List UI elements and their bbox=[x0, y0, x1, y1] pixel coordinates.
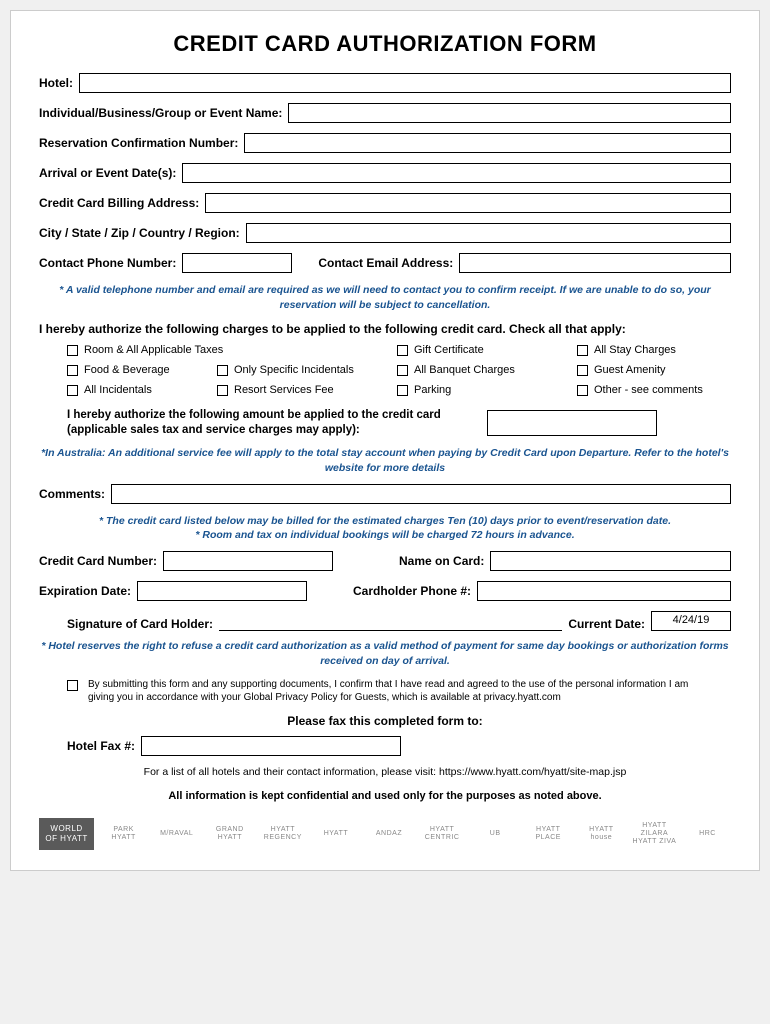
logo-hyatt: HYATT bbox=[312, 830, 359, 838]
checkbox-other[interactable] bbox=[577, 385, 588, 396]
label-comments: Comments: bbox=[39, 487, 105, 501]
label-billing: Credit Card Billing Address: bbox=[39, 196, 199, 210]
checkbox-grid: Room & All Applicable Taxes Gift Certifi… bbox=[67, 344, 731, 396]
authorize-amount-label: I hereby authorize the following amount … bbox=[67, 408, 467, 438]
label-cc-name: Name on Card: bbox=[399, 554, 484, 568]
label-hotel: Hotel: bbox=[39, 76, 73, 90]
note-australia: *In Australia: An additional service fee… bbox=[39, 446, 731, 475]
note-contact-required: * A valid telephone number and email are… bbox=[39, 283, 731, 312]
input-cc-number[interactable] bbox=[163, 551, 333, 571]
row-contact: Contact Phone Number: Contact Email Addr… bbox=[39, 253, 731, 273]
input-fax[interactable] bbox=[141, 736, 401, 756]
check-guest-amenity: Guest Amenity bbox=[577, 364, 727, 376]
input-phone[interactable] bbox=[182, 253, 292, 273]
row-fax: Hotel Fax #: bbox=[67, 736, 731, 756]
checkbox-food-bev[interactable] bbox=[67, 365, 78, 376]
input-cc-exp[interactable] bbox=[137, 581, 307, 601]
label-arrival: Arrival or Event Date(s): bbox=[39, 166, 176, 180]
row-cc-number-name: Credit Card Number: Name on Card: bbox=[39, 551, 731, 571]
signature-line[interactable] bbox=[219, 615, 562, 631]
authorize-amount-row: I hereby authorize the following amount … bbox=[67, 408, 731, 438]
input-current-date[interactable]: 4/24/19 bbox=[651, 611, 731, 631]
check-resort-fee: Resort Services Fee bbox=[217, 384, 387, 396]
label-phone: Contact Phone Number: bbox=[39, 256, 176, 270]
label-cc-exp: Expiration Date: bbox=[39, 584, 131, 598]
input-email[interactable] bbox=[459, 253, 731, 273]
label-fax: Hotel Fax #: bbox=[67, 739, 135, 753]
form-page: CREDIT CARD AUTHORIZATION FORM Hotel: In… bbox=[10, 10, 760, 871]
logo-hyatt-house: HYATT house bbox=[578, 826, 625, 841]
input-cc-phone[interactable] bbox=[477, 581, 731, 601]
checkbox-privacy[interactable] bbox=[67, 680, 78, 691]
row-billing: Credit Card Billing Address: bbox=[39, 193, 731, 213]
logo-hyatt-place: HYATT PLACE bbox=[525, 826, 572, 841]
checkbox-resort-fee[interactable] bbox=[217, 385, 228, 396]
check-banquet: All Banquet Charges bbox=[397, 364, 567, 376]
checkbox-banquet[interactable] bbox=[397, 365, 408, 376]
checkbox-gift-cert[interactable] bbox=[397, 345, 408, 356]
authorize-charges-label: I hereby authorize the following charges… bbox=[39, 322, 731, 336]
row-comments: Comments: bbox=[39, 484, 731, 504]
label-signature: Signature of Card Holder: bbox=[67, 617, 213, 631]
check-other: Other - see comments bbox=[577, 384, 727, 396]
logo-world-of-hyatt: WORLD OF HYATT bbox=[39, 818, 94, 849]
checkbox-specific-inc[interactable] bbox=[217, 365, 228, 376]
input-reservation[interactable] bbox=[244, 133, 731, 153]
checkbox-parking[interactable] bbox=[397, 385, 408, 396]
brand-logos: WORLD OF HYATT PARK HYATT M/RAVAL GRAND … bbox=[39, 818, 731, 849]
row-cc-exp-phone: Expiration Date: Cardholder Phone #: bbox=[39, 581, 731, 601]
label-citystate: City / State / Zip / Country / Region: bbox=[39, 226, 240, 240]
logo-ub: UB bbox=[472, 830, 519, 838]
hotel-list-text: For a list of all hotels and their conta… bbox=[39, 766, 731, 778]
input-citystate[interactable] bbox=[246, 223, 731, 243]
note-billing-timeline: * The credit card listed below may be bi… bbox=[39, 514, 731, 543]
check-room-taxes: Room & All Applicable Taxes bbox=[67, 344, 387, 356]
row-signature: Signature of Card Holder: Current Date: … bbox=[67, 611, 731, 631]
logo-hyatt-zilara-ziva: HYATT ZILARA HYATT ZIVA bbox=[631, 822, 678, 845]
row-hotel: Hotel: bbox=[39, 73, 731, 93]
check-specific-inc: Only Specific Incidentals bbox=[217, 364, 387, 376]
check-all-inc: All Incidentals bbox=[67, 384, 207, 396]
checkbox-all-inc[interactable] bbox=[67, 385, 78, 396]
form-title: CREDIT CARD AUTHORIZATION FORM bbox=[39, 31, 731, 57]
label-current-date: Current Date: bbox=[568, 617, 645, 631]
logo-grand-hyatt: GRAND HYATT bbox=[206, 826, 253, 841]
check-all-stay: All Stay Charges bbox=[577, 344, 727, 356]
logo-hyatt-centric: HYATT CENTRIC bbox=[419, 826, 466, 841]
logo-park-hyatt: PARK HYATT bbox=[100, 826, 147, 841]
checkbox-guest-amenity[interactable] bbox=[577, 365, 588, 376]
checkbox-room-taxes[interactable] bbox=[67, 345, 78, 356]
checkbox-all-stay[interactable] bbox=[577, 345, 588, 356]
input-comments[interactable] bbox=[111, 484, 731, 504]
input-name[interactable] bbox=[288, 103, 731, 123]
logo-miraval: M/RAVAL bbox=[153, 830, 200, 838]
privacy-text: By submitting this form and any supporti… bbox=[88, 678, 703, 704]
label-email: Contact Email Address: bbox=[318, 256, 453, 270]
logo-hyatt-regency: HYATT REGENCY bbox=[259, 826, 306, 841]
input-cc-name[interactable] bbox=[490, 551, 731, 571]
check-parking: Parking bbox=[397, 384, 567, 396]
logo-hrc: HRC bbox=[684, 830, 731, 838]
input-arrival[interactable] bbox=[182, 163, 731, 183]
label-cc-phone: Cardholder Phone #: bbox=[353, 584, 471, 598]
note-refuse-right: * Hotel reserves the right to refuse a c… bbox=[39, 639, 731, 668]
check-food-bev: Food & Beverage bbox=[67, 364, 207, 376]
logo-andaz: ANDAZ bbox=[365, 830, 412, 838]
row-arrival: Arrival or Event Date(s): bbox=[39, 163, 731, 183]
check-gift-cert: Gift Certificate bbox=[397, 344, 567, 356]
confidential-text: All information is kept confidential and… bbox=[39, 790, 731, 802]
input-hotel[interactable] bbox=[79, 73, 731, 93]
row-reservation: Reservation Confirmation Number: bbox=[39, 133, 731, 153]
row-name: Individual/Business/Group or Event Name: bbox=[39, 103, 731, 123]
label-reservation: Reservation Confirmation Number: bbox=[39, 136, 238, 150]
input-authorize-amount[interactable] bbox=[487, 410, 657, 436]
input-billing[interactable] bbox=[205, 193, 731, 213]
fax-title: Please fax this completed form to: bbox=[39, 714, 731, 728]
row-citystate: City / State / Zip / Country / Region: bbox=[39, 223, 731, 243]
label-name: Individual/Business/Group or Event Name: bbox=[39, 106, 282, 120]
row-privacy: By submitting this form and any supporti… bbox=[67, 678, 703, 704]
label-cc-number: Credit Card Number: bbox=[39, 554, 157, 568]
